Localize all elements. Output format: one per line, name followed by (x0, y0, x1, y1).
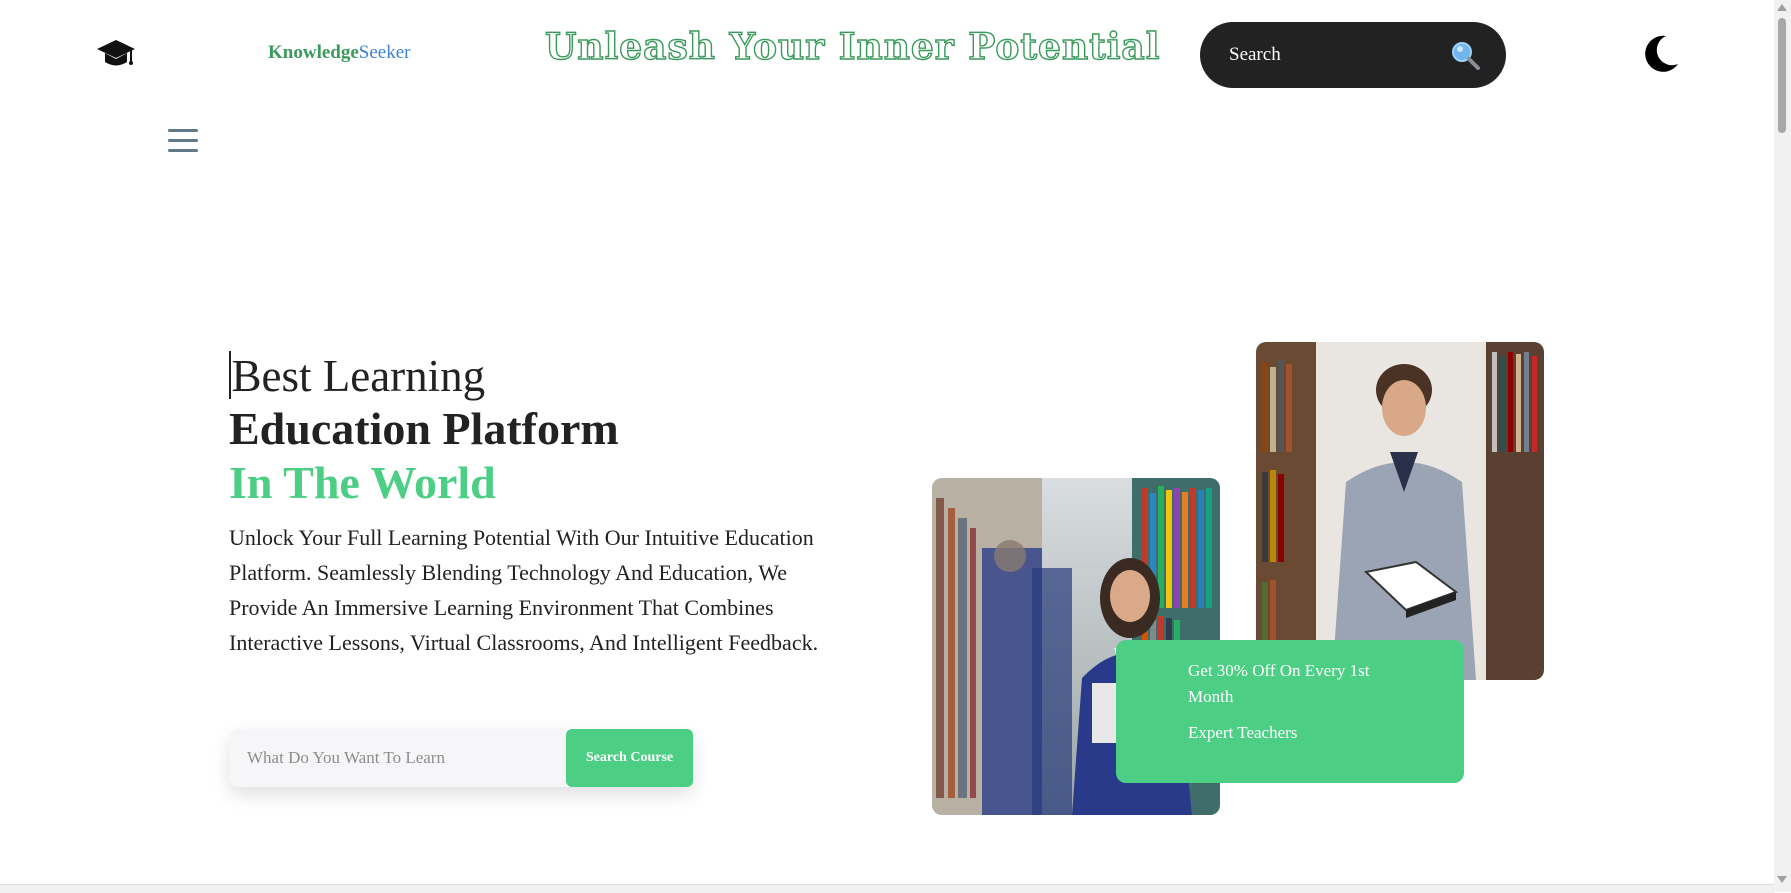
hamburger-menu-icon[interactable] (168, 129, 198, 153)
vertical-scrollbar[interactable] (1774, 0, 1791, 892)
hero-heading-line3: In The World (229, 457, 496, 508)
hamburger-line (168, 139, 198, 142)
brand-name-part2: Seeker (358, 42, 411, 63)
search-course-button[interactable]: Search Course (566, 729, 693, 787)
hamburger-line (168, 129, 198, 132)
header-search-box[interactable]: Search (1200, 22, 1506, 88)
course-search-input[interactable] (229, 729, 566, 787)
promo-card: Get 30% Off On Every 1st Month Expert Te… (1116, 640, 1464, 783)
promo-offer-text: Get 30% Off On Every 1st Month (1188, 661, 1370, 706)
course-search-form: Search Course (229, 729, 693, 787)
site-tagline: Unleash Your Inner Potential (544, 25, 1161, 68)
promo-feature-text: Expert Teachers (1188, 723, 1298, 742)
hero-description: Unlock Your Full Learning Potential With… (229, 525, 819, 655)
typing-cursor (229, 351, 231, 399)
brand-name-part1: Knowledge (268, 42, 359, 63)
hero-heading-line1: Best Learning (229, 348, 485, 404)
magnifier-icon[interactable] (1450, 40, 1480, 70)
hamburger-line (168, 149, 198, 152)
student-reading-photo (1256, 342, 1544, 680)
scroll-down-arrow-icon[interactable] (1777, 876, 1787, 883)
vertical-scrollbar-thumb[interactable] (1778, 18, 1786, 133)
graduation-cap-icon[interactable] (96, 36, 136, 72)
moon-icon[interactable] (1640, 34, 1680, 74)
hero-heading-line2: Education Platform (229, 403, 619, 454)
hero-heading-line1-text: Best Learning (231, 351, 486, 401)
scroll-up-arrow-icon[interactable] (1777, 4, 1787, 11)
header-search-label[interactable]: Search (1229, 44, 1450, 66)
brand-logo[interactable]: KnowledgeSeeker (268, 42, 410, 64)
student-reading-illustration (1256, 342, 1544, 680)
